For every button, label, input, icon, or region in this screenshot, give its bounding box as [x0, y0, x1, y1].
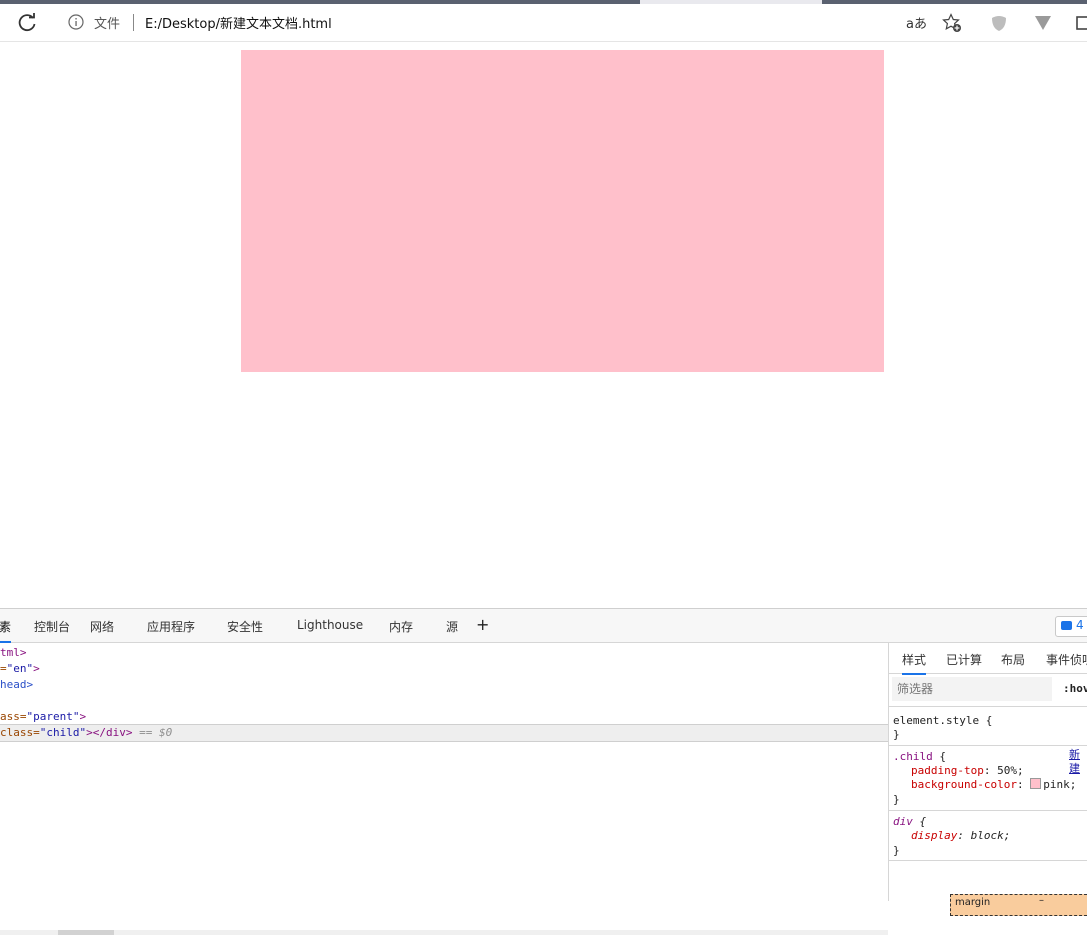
- tab-security[interactable]: 安全性: [227, 618, 263, 635]
- tab-event-listeners[interactable]: 事件侦听: [1046, 651, 1087, 668]
- scrollbar-thumb[interactable]: [58, 930, 114, 935]
- dom-line-head[interactable]: head>: [0, 677, 33, 693]
- box-model-margin-label: margin: [955, 897, 991, 908]
- extension-puzzle-icon[interactable]: [1074, 14, 1087, 32]
- page-viewport: [0, 42, 1087, 608]
- padding-top-declaration[interactable]: padding-top: 50%;: [911, 764, 1024, 778]
- favorites-star-icon[interactable]: [942, 13, 962, 33]
- issues-count: 4: [1076, 618, 1084, 632]
- devtools-tabbar: 素 控制台 网络 应用程序 安全性 Lighthouse 内存 源 + 4: [0, 609, 1087, 643]
- tab-elements[interactable]: 素: [0, 618, 12, 643]
- dom-close-bracket: >: [33, 662, 40, 675]
- element-style-selector: element.style {: [893, 714, 993, 727]
- tab-console[interactable]: 控制台: [34, 618, 70, 635]
- tab-application[interactable]: 应用程序: [147, 618, 195, 635]
- rule-source-link[interactable]: 新建: [1069, 748, 1087, 776]
- background-color-value: pink;: [1043, 778, 1077, 791]
- element-style-rule[interactable]: element.style { }: [889, 710, 1087, 746]
- tab-memory[interactable]: 内存: [389, 618, 413, 635]
- dom-attr-class: class=: [0, 726, 40, 739]
- tab-layout[interactable]: 布局: [1001, 651, 1025, 668]
- child-selector: .child: [893, 750, 933, 763]
- div-rule-close: }: [893, 844, 900, 857]
- div-rule-brace: {: [912, 815, 927, 828]
- tab-sources[interactable]: 源: [446, 618, 458, 635]
- reload-icon[interactable]: [16, 12, 38, 34]
- background-color-declaration[interactable]: background-color: pink;: [911, 778, 1076, 792]
- child-rule[interactable]: .child { 新建 padding-top: 50%; background…: [889, 746, 1087, 811]
- display-declaration: display: block;: [911, 829, 1010, 843]
- dom-line-html-attrs[interactable]: ="en">: [0, 661, 40, 677]
- dom-attr-class: ass=: [0, 710, 27, 723]
- file-scheme-label: 文件: [94, 17, 121, 32]
- dom-line-child-selected[interactable]: class="child"></div> == $0: [0, 724, 888, 742]
- dom-tag-html: tml>: [0, 646, 27, 659]
- tab-styles[interactable]: 样式: [902, 651, 927, 675]
- styles-pane: 样式 已计算 布局 事件侦听 :hov element.style { } .c…: [889, 643, 1087, 916]
- dom-close-bracket: >: [79, 710, 87, 723]
- dom-attr-class-parent: "parent": [26, 710, 80, 723]
- issues-message-icon: [1061, 621, 1072, 630]
- tab-computed[interactable]: 已计算: [946, 651, 982, 668]
- padding-top-value: : 50%;: [983, 764, 1024, 777]
- dom-tag-head: head>: [0, 678, 34, 691]
- display-property: display: [911, 829, 958, 842]
- dom-tree-panel: tml> ="en"> head> ass="parent"> class="c…: [0, 643, 889, 935]
- add-tab-button[interactable]: +: [476, 615, 489, 634]
- devtools-panel: 素 控制台 网络 应用程序 安全性 Lighthouse 内存 源 + 4 tm…: [0, 608, 1087, 935]
- read-aloud-icon[interactable]: aあ: [906, 13, 927, 32]
- address-separator: [133, 14, 134, 31]
- background-color-property: background-color: [911, 778, 1017, 791]
- dom-selected-marker: == $0: [139, 726, 173, 739]
- dom-attr-lang: =: [0, 662, 7, 675]
- box-model-margin-value: –: [1039, 895, 1044, 906]
- pink-color-swatch[interactable]: [1030, 778, 1042, 789]
- extension-v-icon[interactable]: [1034, 14, 1052, 32]
- div-selector: div: [893, 815, 913, 828]
- dom-line-html[interactable]: tml>: [0, 645, 27, 661]
- element-style-close: }: [893, 728, 900, 741]
- child-div-box[interactable]: [241, 50, 884, 372]
- div-useragent-rule[interactable]: div { display: block; }: [889, 811, 1087, 861]
- tab-lighthouse[interactable]: Lighthouse: [297, 618, 363, 632]
- padding-top-property: padding-top: [911, 764, 984, 777]
- info-icon[interactable]: [68, 14, 84, 30]
- child-rule-brace: {: [932, 750, 946, 763]
- box-model-margin[interactable]: margin –: [950, 894, 1087, 916]
- styles-filter-row: :hov: [889, 674, 1087, 707]
- styles-tabbar: 样式 已计算 布局 事件侦听: [889, 643, 1087, 675]
- issues-badge[interactable]: 4: [1055, 616, 1087, 637]
- tab-network[interactable]: 网络: [90, 618, 114, 635]
- extension-icon[interactable]: [990, 14, 1008, 32]
- hover-state-toggle[interactable]: :hov: [1063, 682, 1087, 695]
- dom-attr-lang-value: "en": [6, 662, 34, 675]
- dom-attr-class-child: "child": [39, 726, 87, 739]
- child-rule-close: }: [893, 793, 900, 806]
- dom-close-tag: ></div>: [86, 726, 133, 739]
- browser-toolbar: 文件 E:/Desktop/新建文本文档.html aあ: [0, 4, 1087, 42]
- address-bar[interactable]: 文件 E:/Desktop/新建文本文档.html aあ: [56, 7, 972, 38]
- url-text[interactable]: E:/Desktop/新建文本文档.html: [145, 13, 332, 32]
- display-value: : block;: [957, 829, 1011, 842]
- dom-line-parent[interactable]: ass="parent">: [0, 709, 86, 725]
- dom-horizontal-scrollbar[interactable]: [0, 930, 888, 935]
- styles-filter-input[interactable]: [892, 677, 1052, 701]
